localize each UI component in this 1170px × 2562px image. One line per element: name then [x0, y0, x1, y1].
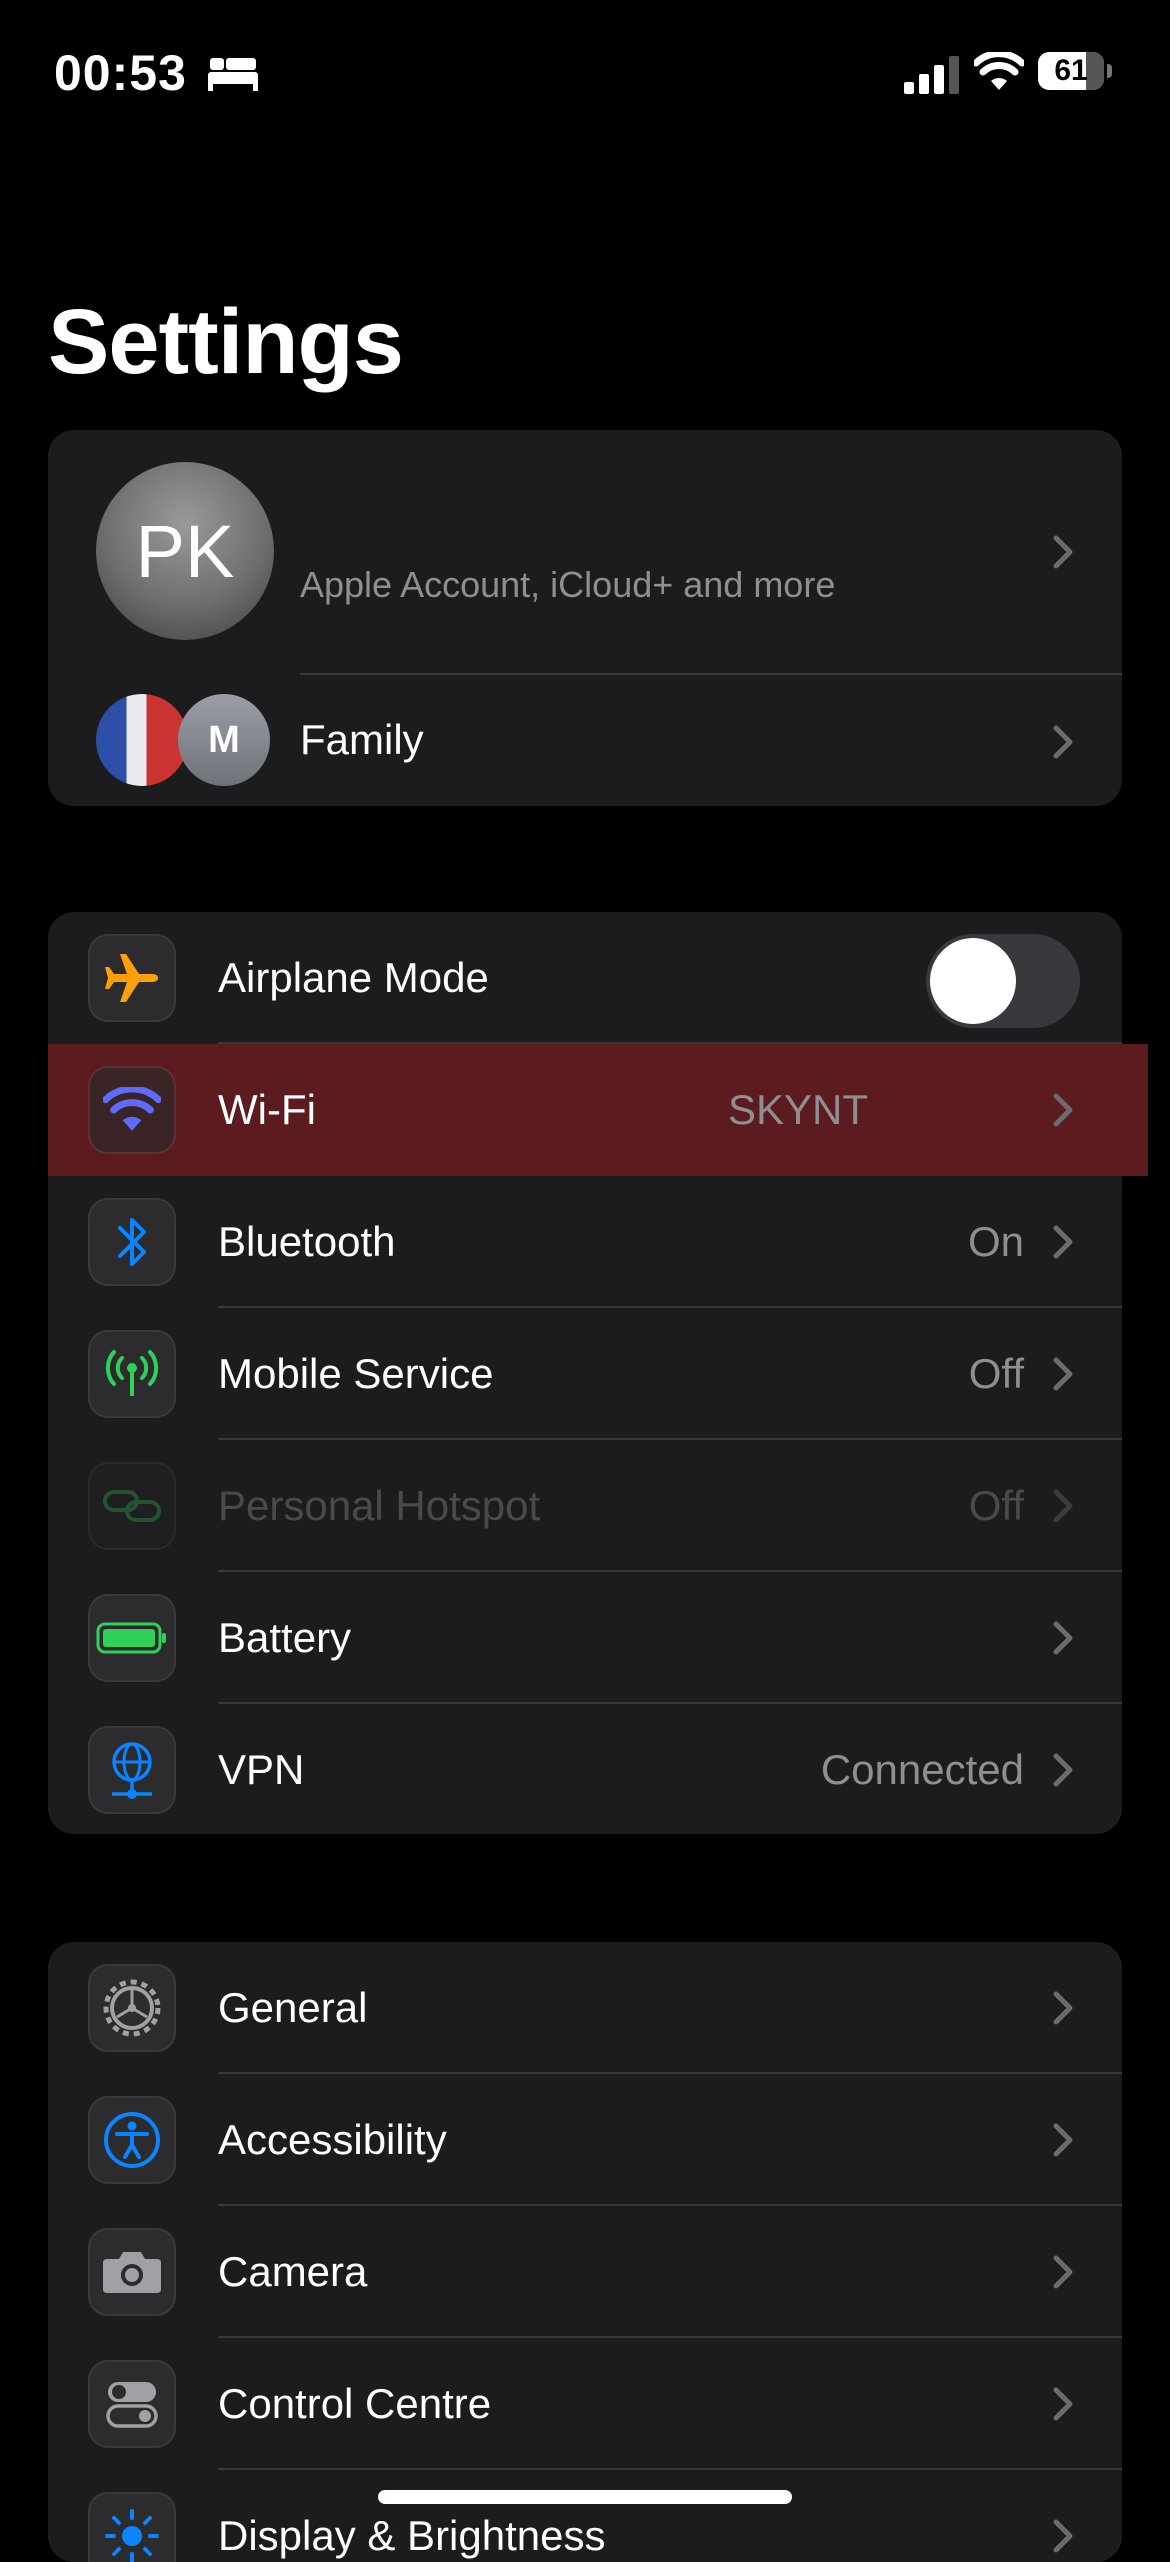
row-label: Wi-Fi [218, 1086, 316, 1133]
row-label: Battery [218, 1614, 352, 1661]
page-title: Settings [48, 291, 404, 393]
row-label: Accessibility [218, 2116, 447, 2163]
row-wifi[interactable]: Wi-Fi SKYNT [48, 1044, 1148, 1176]
chevron-right-icon [1053, 1753, 1073, 1787]
airplane-icon [88, 934, 176, 1022]
row-label: Bluetooth [218, 1218, 396, 1265]
airplane-mode-toggle[interactable] [926, 934, 1080, 1028]
chevron-right-icon [1053, 725, 1073, 759]
apple-account-row[interactable]: PK Apple Account, iCloud+ and more [48, 430, 1122, 674]
home-indicator[interactable] [378, 2490, 792, 2504]
system-card: General Accessibility Camera Control Cen… [48, 1942, 1122, 2562]
wifi-icon [88, 1066, 176, 1154]
row-label: Camera [218, 2248, 368, 2295]
row-value: Connected [820, 1746, 1024, 1793]
status-time: 00:53 [54, 45, 187, 101]
family-avatar-initial: M [178, 694, 270, 786]
connectivity-card: Airplane Mode Wi-Fi SKYNT Bluetooth On M… [48, 912, 1148, 1836]
row-value: SKYNT [727, 1086, 868, 1133]
battery-icon [88, 1594, 176, 1682]
battery-icon: 61 [1038, 52, 1114, 92]
chevron-right-icon [1053, 1621, 1073, 1655]
row-display-brightness[interactable]: Display & Brightness [48, 2470, 1122, 2562]
row-mobile-service[interactable]: Mobile Service Off [48, 1308, 1122, 1440]
family-avatar-photo [96, 694, 188, 786]
row-value: Off [968, 1482, 1024, 1529]
status-bar: 00:53 61 [0, 0, 1170, 150]
bed-icon [208, 58, 258, 91]
avatar: PK [96, 462, 274, 640]
chevron-right-icon [1053, 2123, 1073, 2157]
bluetooth-icon [88, 1198, 176, 1286]
chevron-right-icon [1053, 1489, 1073, 1523]
row-personal-hotspot: Personal Hotspot Off [48, 1440, 1122, 1572]
row-label: VPN [218, 1746, 305, 1793]
row-airplane-mode[interactable]: Airplane Mode [48, 912, 1122, 1044]
chevron-right-icon [1053, 1357, 1073, 1391]
row-label: Display & Brightness [218, 2512, 606, 2559]
chevron-right-icon [1053, 2387, 1073, 2421]
camera-icon [88, 2228, 176, 2316]
family-avatars: M [96, 694, 276, 790]
sun-icon [88, 2492, 176, 2562]
row-vpn[interactable]: VPN Connected [48, 1704, 1122, 1836]
chevron-right-icon [1053, 1225, 1073, 1259]
battery-level: 61 [1054, 54, 1088, 87]
cellular-signal-icon [904, 56, 959, 94]
row-control-centre[interactable]: Control Centre [48, 2338, 1122, 2470]
accessibility-icon [88, 2096, 176, 2184]
chevron-right-icon [1053, 1093, 1073, 1127]
row-label: Personal Hotspot [218, 1482, 541, 1529]
row-value: On [967, 1218, 1024, 1265]
row-general[interactable]: General [48, 1942, 1122, 2074]
switches-icon [88, 2360, 176, 2448]
chevron-right-icon [1053, 2519, 1073, 2553]
link-icon [88, 1462, 176, 1550]
divider [300, 673, 1122, 675]
account-card: PK Apple Account, iCloud+ and more M Fam… [48, 430, 1122, 806]
wifi-icon [974, 52, 1024, 90]
chevron-right-icon [1053, 1991, 1073, 2025]
row-label: Mobile Service [218, 1350, 494, 1397]
chevron-right-icon [1053, 535, 1073, 569]
row-accessibility[interactable]: Accessibility [48, 2074, 1122, 2206]
family-label: Family [300, 716, 424, 763]
account-subtitle: Apple Account, iCloud+ and more [300, 564, 836, 605]
row-camera[interactable]: Camera [48, 2206, 1122, 2338]
family-row[interactable]: M Family [48, 676, 1122, 806]
row-battery[interactable]: Battery [48, 1572, 1122, 1704]
antenna-icon [88, 1330, 176, 1418]
globe-network-icon [88, 1726, 176, 1814]
gear-icon [88, 1964, 176, 2052]
chevron-right-icon [1053, 2255, 1073, 2289]
row-label: Airplane Mode [218, 954, 489, 1001]
row-label: General [218, 1984, 368, 2031]
row-label: Control Centre [218, 2380, 492, 2427]
row-bluetooth[interactable]: Bluetooth On [48, 1176, 1122, 1308]
row-value: Off [968, 1350, 1024, 1397]
